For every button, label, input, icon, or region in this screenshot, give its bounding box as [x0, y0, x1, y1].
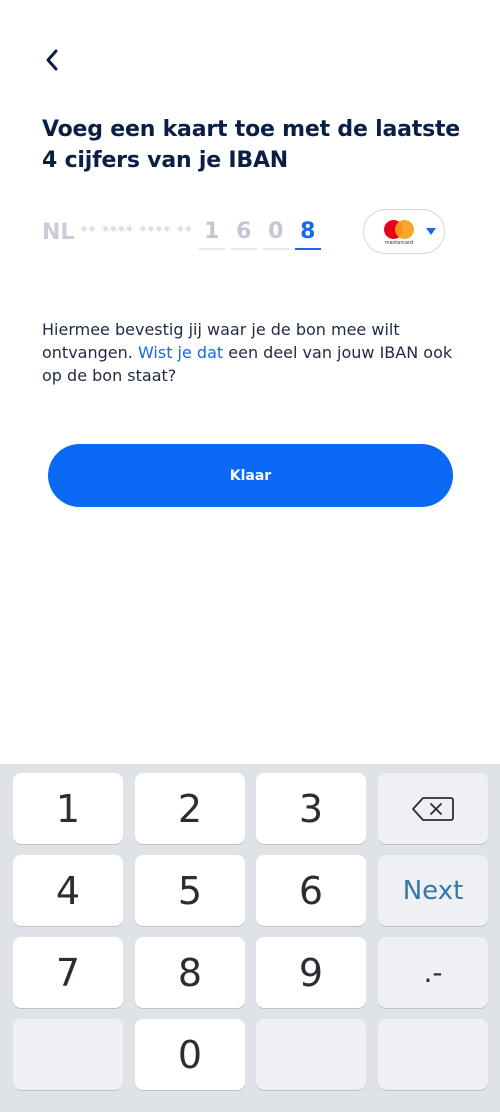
key-4[interactable]: 4 — [13, 855, 123, 926]
iban-digit-2[interactable]: 6 — [230, 214, 257, 250]
key-3[interactable]: 3 — [256, 773, 366, 844]
iban-digit-3[interactable]: 0 — [262, 214, 289, 250]
iban-country-code: NL — [42, 219, 75, 245]
chevron-left-icon — [46, 49, 58, 71]
info-text: Hiermee bevestig jij waar je de bon mee … — [42, 318, 462, 387]
next-key[interactable]: Next — [378, 855, 488, 926]
key-9[interactable]: 9 — [256, 937, 366, 1008]
key-2[interactable]: 2 — [135, 773, 245, 844]
numeric-keyboard: 1 2 3 4 5 6 Next 7 8 9 .- 0 — [0, 764, 500, 1112]
punctuation-key-label: .- — [423, 956, 443, 989]
key-1[interactable]: 1 — [13, 773, 123, 844]
chevron-down-icon — [426, 228, 436, 235]
empty-key-right — [378, 1019, 488, 1090]
empty-key-left — [13, 1019, 123, 1090]
done-button[interactable]: Klaar — [48, 444, 453, 507]
backspace-key[interactable] — [378, 773, 488, 844]
mastercard-wordmark: mastercard — [384, 239, 414, 246]
key-5[interactable]: 5 — [135, 855, 245, 926]
page-title: Voeg een kaart toe met de laatste 4 cijf… — [42, 117, 461, 173]
key-6[interactable]: 6 — [256, 855, 366, 926]
info-link[interactable]: Wist je dat — [138, 343, 223, 362]
back-button[interactable] — [36, 44, 68, 76]
key-0[interactable]: 0 — [135, 1019, 245, 1090]
mastercard-logo: mastercard — [378, 217, 420, 247]
next-key-label: Next — [402, 875, 464, 906]
empty-key-middle — [256, 1019, 366, 1090]
backspace-icon — [412, 796, 454, 821]
punctuation-key[interactable]: .- — [378, 937, 488, 1008]
iban-input[interactable]: NL ** **** **** ** 1 6 0 8 — [42, 210, 327, 254]
card-brand-selector[interactable]: mastercard — [363, 209, 445, 254]
key-8[interactable]: 8 — [135, 937, 245, 1008]
iban-digit-4[interactable]: 8 — [294, 214, 321, 250]
iban-masked-digits: ** **** **** ** — [80, 224, 193, 240]
key-7[interactable]: 7 — [13, 937, 123, 1008]
iban-digit-1[interactable]: 1 — [198, 214, 225, 250]
